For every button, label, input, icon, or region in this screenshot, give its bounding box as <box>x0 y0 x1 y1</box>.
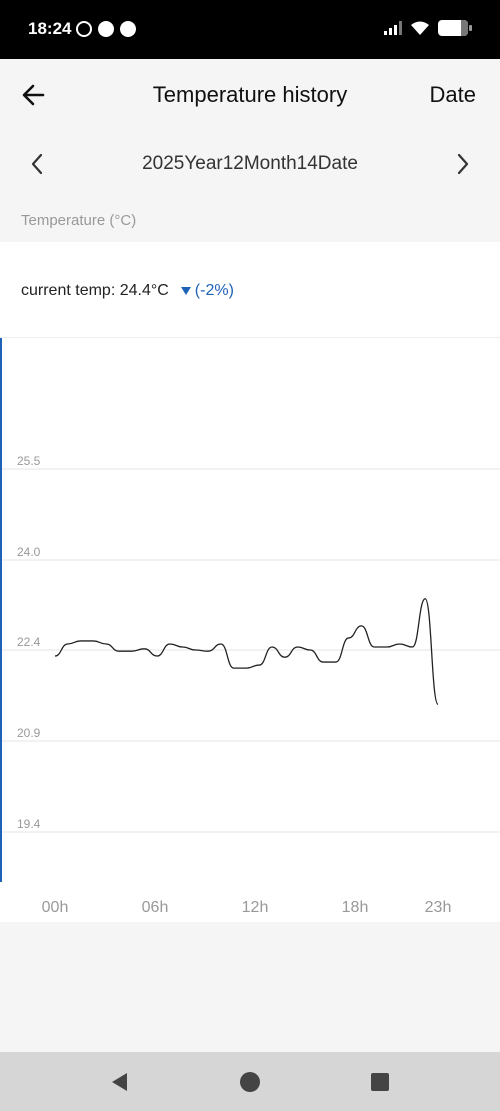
y-tick-label: 24.0 <box>17 545 41 559</box>
status-app-icons <box>76 21 136 37</box>
x-tick-label: 18h <box>342 899 369 916</box>
temperature-line <box>54 598 439 705</box>
y-tick-label: 20.9 <box>17 726 41 740</box>
x-tick-label: 00h <box>42 899 69 916</box>
cellular-signal-icon <box>384 21 402 35</box>
next-date-button[interactable] <box>448 149 476 179</box>
bottom-empty-area <box>0 922 500 1052</box>
signal-app-icon <box>120 21 136 37</box>
chevron-right-icon <box>457 153 469 175</box>
date-button[interactable]: Date <box>430 82 476 108</box>
section-label: Temperature (°C) <box>21 212 137 229</box>
home-circle-icon <box>240 1072 260 1092</box>
y-tick-label: 25.5 <box>17 454 41 468</box>
chat-icon <box>98 21 114 37</box>
date-navigation: 2025Year12Month14Date <box>0 131 500 197</box>
x-tick-label: 12h <box>242 899 269 916</box>
nav-back-button[interactable] <box>108 1070 132 1099</box>
x-tick-label: 06h <box>142 899 169 916</box>
current-date-label: 2025Year12Month14Date <box>142 153 358 174</box>
whatsapp-icon <box>76 21 92 37</box>
nav-recents-button[interactable] <box>368 1070 392 1099</box>
header: Temperature history Date <box>0 59 500 131</box>
page-title: Temperature history <box>152 82 348 107</box>
y-tick-label: 19.4 <box>17 817 41 831</box>
wifi-icon <box>411 21 429 35</box>
status-indicators <box>384 20 472 36</box>
system-nav-bar <box>0 1052 500 1111</box>
battery-icon <box>438 20 472 36</box>
x-tick-label: 23h <box>425 899 452 916</box>
back-triangle-icon <box>112 1073 127 1091</box>
status-bar: 18:24 <box>0 0 500 59</box>
nav-home-button[interactable] <box>238 1070 262 1099</box>
temperature-chart[interactable]: 25.5 24.0 22.4 20.9 19.4 00h 06h 12h 18h 23h <box>0 242 500 922</box>
status-time: 18:24 <box>28 19 72 38</box>
temperature-card: current temp: 24.4°C (-2%) 25.5 24.0 22.4 2… <box>0 242 500 922</box>
y-tick-label: 22.4 <box>17 635 41 649</box>
recents-square-icon <box>371 1073 389 1091</box>
